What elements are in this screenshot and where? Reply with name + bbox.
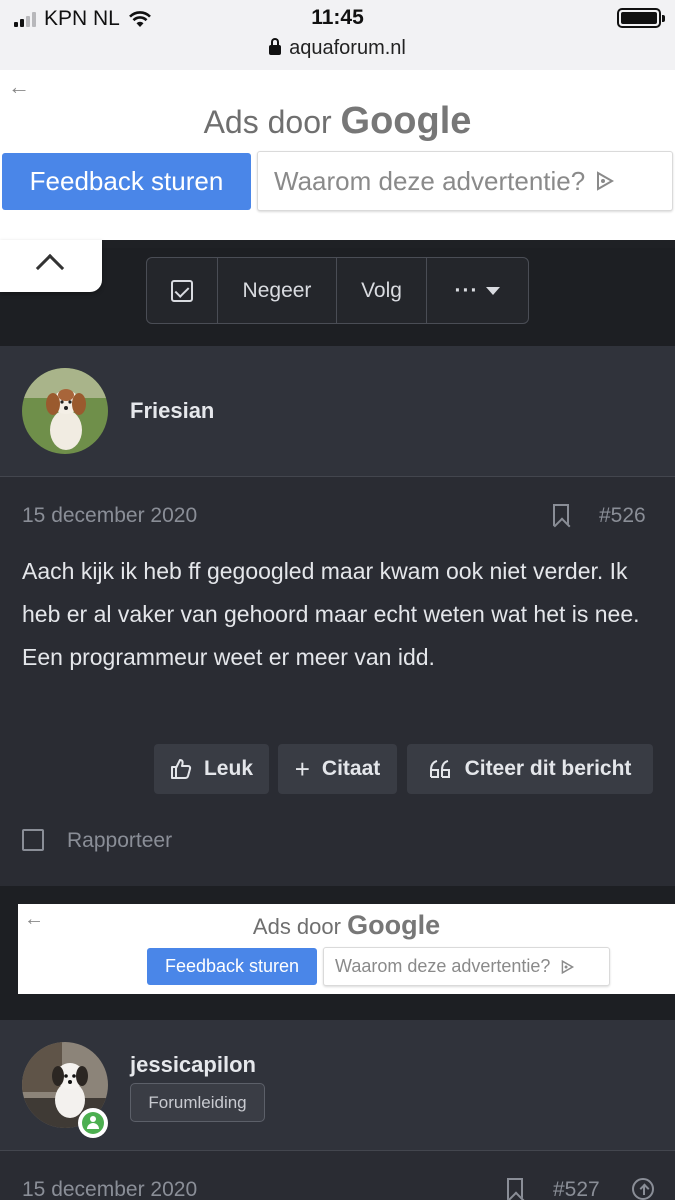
post-date[interactable]: 15 december 2020 <box>22 504 197 528</box>
quote-icon <box>429 760 450 778</box>
ignore-button[interactable]: Negeer <box>218 258 337 323</box>
checkbox-icon <box>171 279 193 302</box>
report-checkbox[interactable] <box>22 829 44 851</box>
why-this-ad-label: Waarom deze advertentie? <box>335 956 551 976</box>
ad-title-prefix: Ads door <box>252 914 341 939</box>
post-body: Aach kijk ik heb ff gegoogled maar kwam … <box>22 558 640 670</box>
avatar[interactable] <box>22 368 108 454</box>
ad-banner-top: ← Ads door Google Feedback sturen Waarom… <box>0 70 675 240</box>
post-number[interactable]: #527 <box>553 1178 600 1200</box>
collapse-ad-button[interactable] <box>0 240 102 292</box>
online-status-icon <box>78 1108 108 1138</box>
bookmark-icon[interactable] <box>507 1178 523 1200</box>
feedback-button[interactable]: Feedback sturen <box>2 153 251 210</box>
post-number[interactable]: #526 <box>599 504 646 528</box>
adchoices-icon <box>562 959 575 974</box>
report-link[interactable]: Rapporteer <box>67 829 172 853</box>
ad-title: Ads door Google <box>0 100 675 143</box>
user-role-badge: Forumleiding <box>130 1083 265 1122</box>
post-author[interactable]: Friesian <box>130 398 214 424</box>
quote-label: Citaat <box>321 757 381 780</box>
like-label: Leuk <box>203 757 253 780</box>
thumbs-up-icon <box>170 759 192 779</box>
post-header: Friesian <box>0 346 675 477</box>
address-bar[interactable]: aquaforum.nl <box>0 37 675 60</box>
adchoices-icon <box>597 171 615 191</box>
post-date[interactable]: 15 december 2020 <box>22 1178 197 1200</box>
forum-post: jessicapilon Forumleiding 15 december 20… <box>0 1020 675 1200</box>
google-logo: Google <box>347 910 441 940</box>
ad-title: Ads door Google <box>18 910 675 941</box>
post-author[interactable]: jessicapilon <box>130 1052 256 1078</box>
reply-quote-label: Citeer dit bericht <box>464 757 632 780</box>
select-thread-button[interactable] <box>147 258 218 323</box>
more-dots-icon: ··· <box>454 278 479 302</box>
thread-action-group: Negeer Volg ··· <box>146 257 529 324</box>
reply-quote-button[interactable]: Citeer dit bericht <box>407 744 653 794</box>
back-arrow-icon[interactable]: ← <box>8 74 30 100</box>
caret-down-icon <box>486 286 501 295</box>
why-this-ad-button[interactable]: Waarom deze advertentie? <box>323 947 610 986</box>
chevron-up-icon <box>35 253 65 283</box>
why-this-ad-button[interactable]: Waarom deze advertentie? <box>257 151 673 211</box>
forum-post: Friesian 15 december 2020 #526 Aach kijk… <box>0 346 675 886</box>
battery-icon <box>617 8 665 28</box>
plus-icon: + <box>294 753 310 784</box>
url-text: aquaforum.nl <box>289 37 406 59</box>
feedback-button[interactable]: Feedback sturen <box>147 948 317 985</box>
scroll-up-icon[interactable] <box>632 1178 654 1200</box>
more-options-button[interactable]: ··· <box>427 258 528 323</box>
clock: 11:45 <box>311 6 364 29</box>
status-bar: KPN NL 11:45 aquaforum.nl <box>0 0 675 70</box>
ad-title-prefix: Ads door <box>203 104 332 140</box>
ad-banner-inline: ← Ads door Google Feedback sturen Waarom… <box>18 904 675 994</box>
like-button[interactable]: Leuk <box>154 744 269 794</box>
dog-avatar-image <box>22 368 108 454</box>
google-logo: Google <box>340 100 472 142</box>
quote-button[interactable]: + Citaat <box>278 744 397 794</box>
why-this-ad-label: Waarom deze advertentie? <box>274 165 586 196</box>
lock-icon <box>269 38 282 55</box>
follow-button[interactable]: Volg <box>337 258 427 323</box>
bookmark-icon[interactable] <box>553 504 569 526</box>
post-header: jessicapilon Forumleiding <box>0 1020 675 1151</box>
